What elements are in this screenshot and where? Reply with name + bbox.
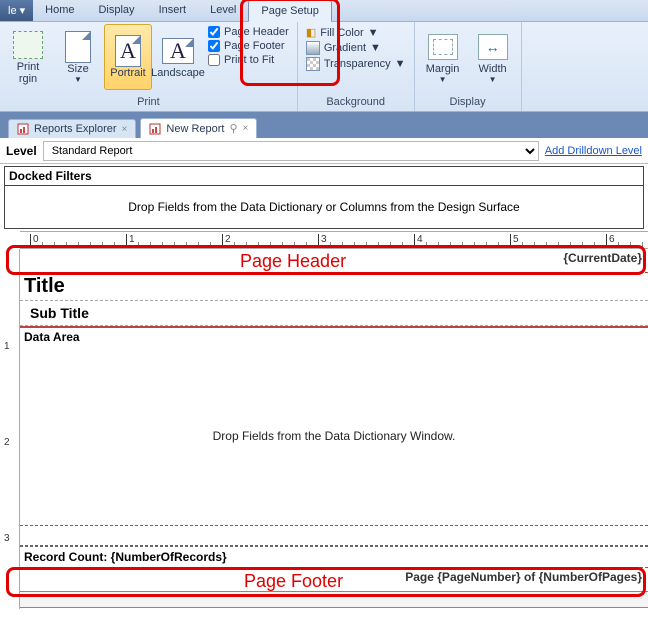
tab-insert[interactable]: Insert	[147, 0, 199, 21]
report-icon	[17, 123, 29, 135]
ribbon: Print rgin Size ▼ A Portrait A Landscape…	[0, 22, 648, 112]
chevron-down-icon: ▼	[370, 42, 381, 54]
select-area-icon	[12, 29, 44, 61]
gradient-icon	[306, 41, 320, 55]
group-background-title: Background	[302, 95, 410, 109]
page-header-band[interactable]: {CurrentDate}	[20, 249, 648, 273]
close-icon[interactable]: ×	[122, 124, 128, 135]
group-display-title: Display	[419, 95, 517, 109]
width-button[interactable]: Width ▼	[469, 24, 517, 90]
doc-tab-new-report[interactable]: New Report ⚲ ×	[140, 118, 257, 138]
title-band[interactable]: Title	[20, 273, 648, 301]
transparency-icon	[306, 57, 320, 71]
gradient-button[interactable]: Gradient ▼	[306, 41, 406, 55]
ruler-vertical: 123	[0, 249, 20, 609]
chevron-down-icon: ▼	[489, 75, 497, 84]
design-canvas[interactable]: {CurrentDate} Title Sub Title Data Area …	[20, 249, 648, 609]
chevron-down-icon: ▼	[395, 58, 406, 70]
document-tabs: Reports Explorer × New Report ⚲ ×	[0, 112, 648, 138]
portrait-icon: A	[112, 35, 144, 67]
size-button[interactable]: Size ▼	[54, 24, 102, 90]
landscape-icon: A	[162, 35, 194, 67]
record-count-band[interactable]: Record Count: {NumberOfRecords}	[20, 546, 648, 568]
page-header-checkbox-input[interactable]	[208, 26, 220, 38]
tab-level[interactable]: Level	[198, 0, 248, 21]
level-select[interactable]: Standard Report	[43, 141, 539, 161]
page-footer-page-number: Page {PageNumber} of {NumberOfPages}	[405, 570, 642, 584]
transparency-button[interactable]: Transparency ▼	[306, 57, 406, 71]
app-menu[interactable]: le ▾	[0, 0, 33, 21]
print-margin-button[interactable]: Print rgin	[4, 24, 52, 90]
ribbon-tabs: le ▾ Home Display Insert Level Page Setu…	[0, 0, 648, 22]
tab-page-setup[interactable]: Page Setup	[248, 0, 332, 22]
group-background: ◧ Fill Color ▼ Gradient ▼ Transparency ▼…	[298, 22, 415, 111]
subtitle-band[interactable]: Sub Title	[20, 301, 648, 326]
group-print: Print rgin Size ▼ A Portrait A Landscape…	[0, 22, 298, 111]
page-footer-band[interactable]: Page {PageNumber} of {NumberOfPages}	[20, 568, 648, 592]
tab-home[interactable]: Home	[33, 0, 86, 21]
docked-filters-title: Docked Filters	[5, 167, 643, 186]
data-area-hint: Drop Fields from the Data Dictionary Win…	[213, 429, 456, 443]
fill-color-button[interactable]: ◧ Fill Color ▼	[306, 26, 406, 39]
page-footer-checkbox[interactable]: Page Footer	[208, 40, 289, 52]
page-icon	[62, 31, 94, 63]
tab-display[interactable]: Display	[86, 0, 146, 21]
report-icon	[149, 123, 161, 135]
landscape-button[interactable]: A Landscape	[154, 24, 202, 90]
add-drilldown-link[interactable]: Add Drilldown Level	[545, 145, 642, 157]
chevron-down-icon: ▼	[368, 27, 379, 39]
doc-tab-reports-explorer[interactable]: Reports Explorer ×	[8, 119, 136, 138]
margin-button[interactable]: Margin ▼	[419, 24, 467, 90]
fill-bucket-icon: ◧	[306, 26, 316, 39]
docked-filters[interactable]: Docked Filters Drop Fields from the Data…	[4, 166, 644, 229]
level-bar: Level Standard Report Add Drilldown Leve…	[0, 138, 648, 164]
data-area-body[interactable]: Drop Fields from the Data Dictionary Win…	[20, 346, 648, 526]
print-options: Page Header Page Footer Print to Fit	[204, 24, 293, 68]
page-header-current-date: {CurrentDate}	[563, 251, 642, 265]
chevron-down-icon: ▼	[74, 75, 82, 84]
page-footer-checkbox-input[interactable]	[208, 40, 220, 52]
pin-icon[interactable]: ⚲	[229, 122, 237, 135]
chevron-down-icon: ▼	[439, 75, 447, 84]
width-icon	[477, 31, 509, 63]
close-icon[interactable]: ×	[243, 123, 249, 134]
group-print-title: Print	[4, 95, 293, 109]
data-area-label: Data Area	[20, 326, 648, 346]
print-to-fit-checkbox[interactable]: Print to Fit	[208, 54, 289, 66]
margin-icon	[427, 31, 459, 63]
page-header-checkbox[interactable]: Page Header	[208, 26, 289, 38]
group-display: Margin ▼ Width ▼ Display	[415, 22, 522, 111]
portrait-button[interactable]: A Portrait	[104, 24, 152, 90]
docked-filters-hint: Drop Fields from the Data Dictionary or …	[5, 186, 643, 228]
designer: Docked Filters Drop Fields from the Data…	[0, 166, 648, 609]
level-label: Level	[6, 144, 37, 158]
print-to-fit-checkbox-input[interactable]	[208, 54, 220, 66]
ruler-horizontal: 0123456	[20, 231, 648, 249]
